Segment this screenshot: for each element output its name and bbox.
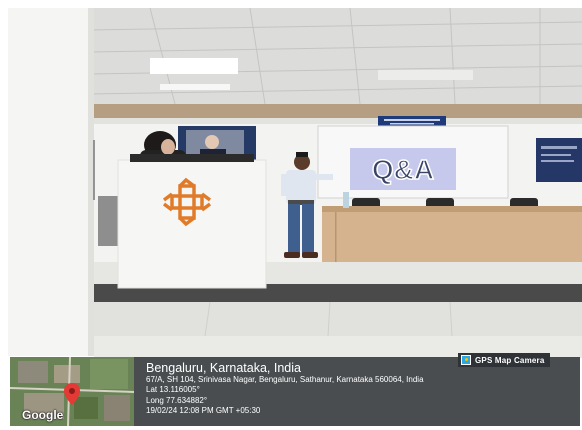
geotag-address: 67/A, SH 104, Srinivasa Nagar, Bengaluru… <box>146 375 424 384</box>
ceiling-light <box>378 70 473 80</box>
podium <box>117 154 267 289</box>
ceiling-light <box>160 84 230 90</box>
ceiling-light <box>150 58 238 74</box>
wood-band <box>90 104 582 118</box>
geotag-city: Bengaluru, Karnataka, India <box>146 361 301 375</box>
wall-sign <box>378 116 446 127</box>
stage-desk <box>322 206 582 270</box>
geotag-datetime: 19/02/24 12:08 PM GMT +05:30 <box>146 406 261 416</box>
left-pillar <box>8 8 92 356</box>
google-logo: Google <box>22 408 64 422</box>
geotag-latitude: Lat 13.116005° <box>146 385 200 395</box>
q-and-a-slide-text: Q&A <box>372 154 434 185</box>
geotag-longitude: Long 77.634882° <box>146 395 208 405</box>
ceiling <box>89 7 582 110</box>
water-bottle <box>343 192 349 208</box>
geotag-info: Bengaluru, Karnataka, India 67/A, SH 104… <box>146 361 576 417</box>
